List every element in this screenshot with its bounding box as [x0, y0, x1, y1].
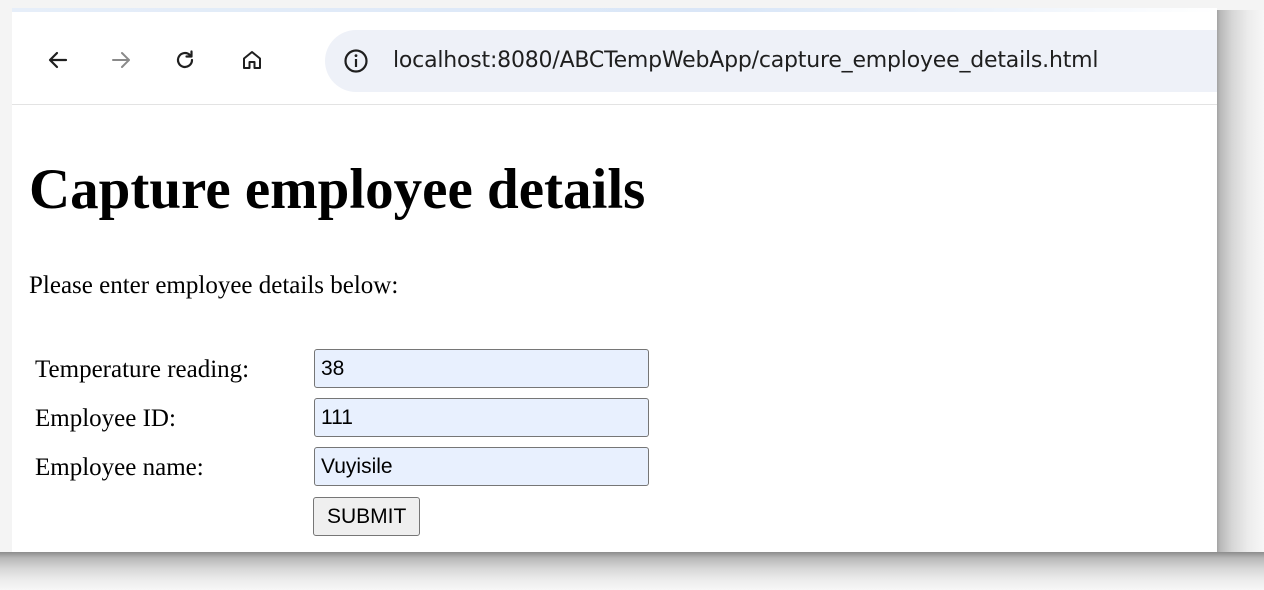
- reload-button[interactable]: [167, 42, 203, 78]
- employee-name-label: Employee name:: [35, 454, 204, 481]
- browser-window: localhost:8080/ABCTempWebApp/capture_emp…: [12, 8, 1217, 552]
- address-bar[interactable]: localhost:8080/ABCTempWebApp/capture_emp…: [325, 30, 1217, 92]
- forward-button[interactable]: [103, 42, 139, 78]
- window-shadow-right: [1214, 10, 1264, 585]
- page-title: Capture employee details: [29, 158, 646, 221]
- temperature-input[interactable]: [314, 349, 649, 388]
- browser-toolbar: localhost:8080/ABCTempWebApp/capture_emp…: [12, 12, 1217, 105]
- page-content: Capture employee details Please enter em…: [12, 105, 1217, 552]
- arrow-right-icon: [112, 52, 130, 68]
- arrow-left-icon: [48, 51, 68, 69]
- window-shadow-bottom: [0, 552, 1264, 590]
- url-text[interactable]: localhost:8080/ABCTempWebApp/capture_emp…: [393, 47, 1098, 75]
- back-button[interactable]: [40, 42, 76, 78]
- home-button[interactable]: [234, 42, 270, 78]
- reload-icon: [176, 50, 194, 69]
- employee-id-label: Employee ID:: [35, 405, 176, 432]
- submit-button[interactable]: SUBMIT: [313, 497, 421, 536]
- employee-id-input[interactable]: [314, 398, 649, 437]
- home-icon: [243, 51, 261, 69]
- temperature-label: Temperature reading:: [35, 356, 250, 383]
- screenshot-stage: localhost:8080/ABCTempWebApp/capture_emp…: [0, 0, 1264, 590]
- info-circle-icon[interactable]: [342, 47, 370, 75]
- intro-text: Please enter employee details below:: [29, 272, 399, 299]
- employee-name-input[interactable]: [314, 447, 649, 486]
